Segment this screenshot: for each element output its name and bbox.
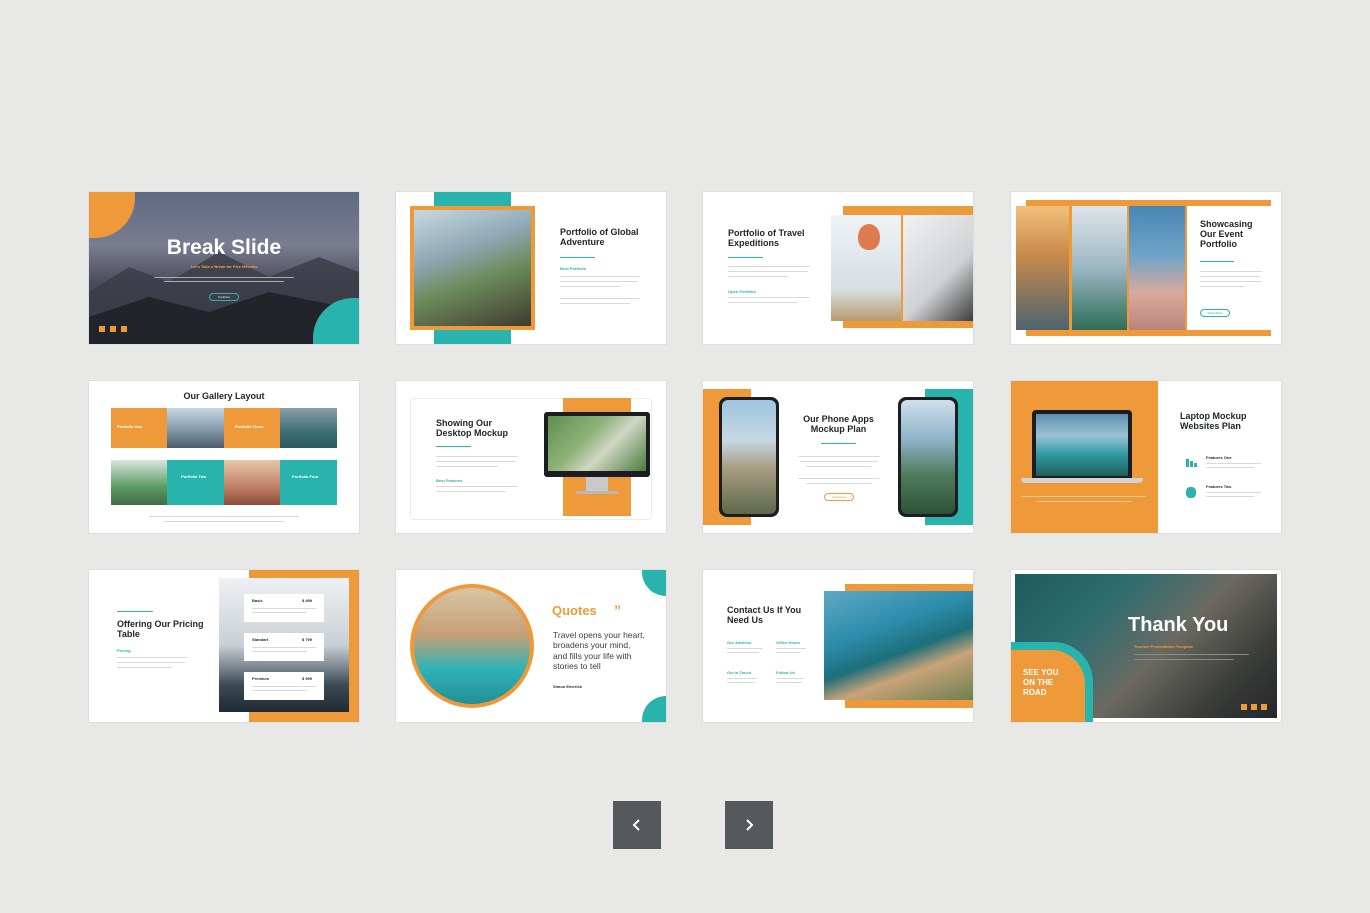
slide-title: Showcasing Our Event Portfolio [1200,219,1253,249]
coast-photo [824,591,973,700]
slide-title: Laptop Mockup Websites Plan [1180,411,1247,431]
slide-label: Pricing [117,648,131,653]
cave-photo [414,210,531,326]
map-photo [903,215,973,321]
slide-title: Showing Our Desktop Mockup [436,418,509,438]
slide-title: Quotes [552,603,597,618]
slide-title: Offering Our Pricing Table [117,619,204,639]
slide-global-adventure[interactable]: Portfolio of Global Adventure Best Portf… [396,192,666,344]
slide-title: Contact Us If You Need Us [727,605,802,625]
quote-author: Simon Emerick [553,684,582,689]
quote-mark: ” [614,602,621,618]
waterfall-photo [1072,206,1127,330]
slide-travel-expeditions[interactable]: Portfolio of Travel Expeditions Open Por… [703,192,973,344]
slide-laptop-mockup[interactable]: Laptop Mockup Websites Plan Features One… [1011,381,1281,533]
prev-button[interactable] [613,801,661,849]
slide-label: Best Portfolio [560,266,587,271]
slide-subtitle: Tourism Presentation Template [1134,644,1194,649]
continue-button[interactable]: Continue [209,293,239,301]
slide-subtitle: Let's Take a Break for Five Minutes [190,264,258,269]
slide-desktop-mockup[interactable]: Showing Our Desktop Mockup Best Features [396,381,666,533]
boat-photo [1016,206,1069,330]
gallery-photo [111,460,167,505]
slide-title: Thank You [1128,614,1229,636]
download-button[interactable]: Download [824,493,854,501]
slide-label: Best Features [436,478,463,483]
gallery-photo [167,408,224,448]
slide-quotes[interactable]: Quotes ” Travel opens your heart, broade… [396,570,666,722]
slide-thank-you[interactable]: SEE YOU ON THE ROAD Thank You Tourism Pr… [1011,570,1281,722]
slide-title: Break Slide [166,236,282,259]
slide-event-portfolio[interactable]: Showcasing Our Event Portfolio Read More [1011,192,1281,344]
slide-gallery-layout[interactable]: Our Gallery Layout Portfolio One Portfol… [89,381,359,533]
person-photo [1129,206,1185,330]
bridge-photo [548,416,646,471]
slide-gallery: Break Slide Let's Take a Break for Five … [0,0,1370,913]
slide-break[interactable]: Break Slide Let's Take a Break for Five … [89,192,359,344]
quote-text: Travel opens your heart, broadens your m… [553,630,645,672]
slide-label: Open Portfolio [728,289,756,294]
slide-title: Our Phone Apps Mockup Plan [803,414,874,434]
slide-title: Portfolio of Travel Expeditions [728,228,805,248]
next-button[interactable] [725,801,773,849]
slide-contact[interactable]: Contact Us If You Need Us Our Address Of… [703,570,973,722]
slide-pricing-table[interactable]: Offering Our Pricing Table Pricing Basic… [89,570,359,722]
lake-photo [1036,414,1128,476]
gallery-photo [224,460,280,505]
portrait-photo [414,588,530,704]
slide-title: Our Gallery Layout [183,391,265,401]
slide-phone-mockup[interactable]: Our Phone Apps Mockup Plan Download [703,381,973,533]
chevron-left-icon [632,819,640,831]
chevron-right-icon [746,819,754,831]
badge-text: SEE YOU ON THE ROAD [1023,668,1059,697]
read-more-button[interactable]: Read More [1200,309,1230,317]
slide-title: Portfolio of Global Adventure [560,227,639,247]
gallery-photo [280,408,337,448]
